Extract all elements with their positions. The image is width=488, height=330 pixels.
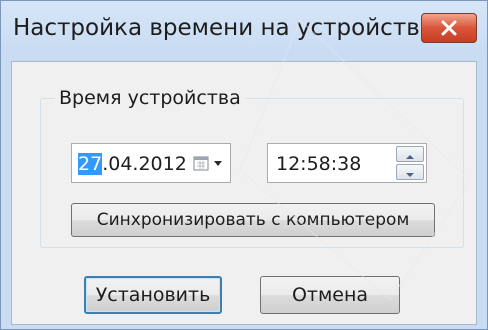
dialog-client-area: Время устройства 27.04.2012 12:58:38 Син… — [11, 61, 477, 325]
spin-up-button[interactable] — [396, 146, 424, 162]
date-rest: .04.2012 — [102, 153, 187, 175]
device-time-group: Время устройства 27.04.2012 12:58:38 Син… — [40, 87, 464, 248]
set-button[interactable]: Установить — [84, 276, 222, 314]
cancel-button[interactable]: Отмена — [260, 276, 400, 314]
window-title: Настройка времени на устройстве — [13, 15, 434, 41]
date-value[interactable]: 27.04.2012 — [78, 153, 187, 175]
date-day-selected: 27 — [78, 153, 103, 175]
dialog-window: Настройка времени на устройстве Время ус… — [0, 0, 488, 330]
time-spinner — [396, 146, 424, 180]
spin-down-button[interactable] — [396, 164, 424, 180]
time-field[interactable]: 12:58:38 — [267, 143, 427, 183]
close-icon — [439, 20, 459, 36]
title-bar[interactable]: Настройка времени на устройстве — [1, 1, 487, 57]
spin-down-icon — [405, 163, 415, 182]
spin-up-icon — [405, 145, 415, 164]
time-value[interactable]: 12:58:38 — [276, 153, 361, 175]
date-picker[interactable]: 27.04.2012 — [71, 143, 231, 183]
group-label: Время устройства — [55, 87, 245, 109]
sync-with-computer-button[interactable]: Синхронизировать с компьютером — [71, 203, 435, 237]
calendar-dropdown-icon[interactable] — [192, 154, 228, 174]
close-button[interactable] — [421, 13, 477, 43]
